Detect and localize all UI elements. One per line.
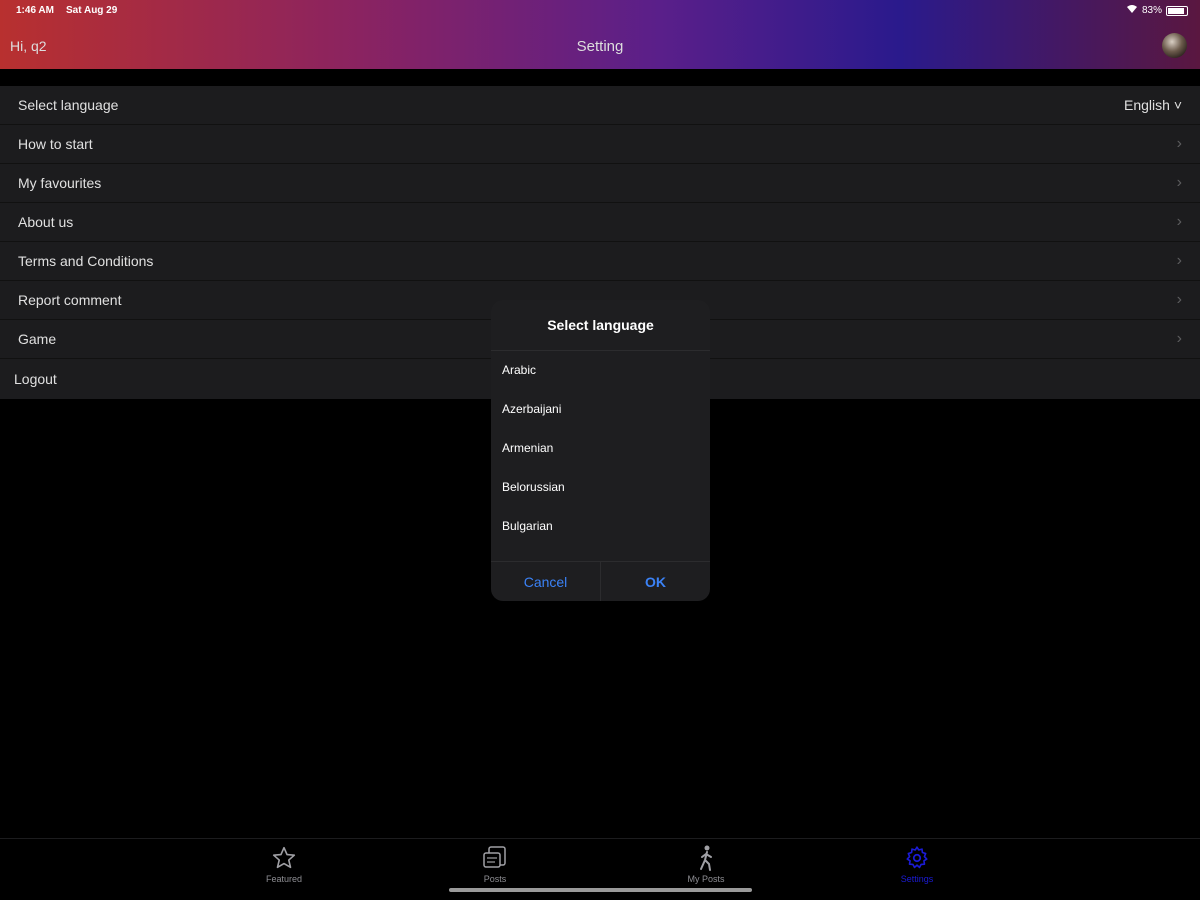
app-header: 1:46 AM Sat Aug 29 83% Hi, q2 Setting (0, 0, 1200, 69)
tab-my-posts[interactable]: My Posts (666, 843, 746, 884)
status-indicators: 83% (1126, 4, 1188, 17)
chevron-right-icon: › (1176, 291, 1182, 308)
dialog-buttons: Cancel OK (491, 561, 710, 601)
row-label: Terms and Conditions (18, 253, 154, 269)
wifi-icon (1126, 4, 1138, 17)
chevron-right-icon: › (1176, 213, 1182, 230)
status-date: Sat Aug 29 (66, 5, 118, 16)
row-label: My favourites (18, 175, 102, 191)
row-label: Game (18, 331, 57, 347)
tab-label: Featured (265, 874, 303, 884)
tab-settings[interactable]: Settings (877, 843, 957, 884)
select-language-row[interactable]: Select language English ˅ (0, 86, 1200, 125)
gear-icon (877, 843, 957, 873)
chevron-right-icon: › (1176, 135, 1182, 152)
avatar[interactable] (1162, 33, 1187, 58)
status-time: 1:46 AM (16, 5, 54, 16)
star-icon (244, 843, 324, 873)
posts-icon (455, 843, 535, 873)
page-title: Setting (576, 38, 624, 55)
language-picker-dialog: Select language Arabic Azerbaijani Armen… (491, 300, 710, 601)
chevron-right-icon: › (1176, 252, 1182, 269)
language-options[interactable]: Arabic Azerbaijani Armenian Belorussian … (491, 351, 710, 561)
row-label: Select language (18, 97, 119, 113)
battery-percent: 83% (1141, 5, 1162, 16)
tab-featured[interactable]: Featured (244, 843, 324, 884)
chevron-right-icon: › (1176, 330, 1182, 347)
ok-button[interactable]: OK (600, 562, 710, 601)
tab-label: My Posts (687, 874, 725, 884)
tab-label: Posts (483, 874, 507, 884)
how-to-start-row[interactable]: How to start › (0, 125, 1200, 164)
tab-label: Settings (900, 874, 934, 884)
row-label: How to start (18, 136, 93, 152)
language-option[interactable]: Arabic (491, 351, 710, 390)
dialog-title: Select language (491, 300, 710, 351)
cancel-button[interactable]: Cancel (491, 562, 600, 601)
tab-posts[interactable]: Posts (455, 843, 535, 884)
language-value[interactable]: English ˅ (1124, 97, 1182, 113)
about-us-row[interactable]: About us › (0, 203, 1200, 242)
home-indicator[interactable] (449, 888, 752, 892)
language-option[interactable]: Armenian (491, 429, 710, 468)
battery-icon (1166, 5, 1188, 16)
row-label: About us (18, 214, 74, 230)
chevron-right-icon: › (1176, 174, 1182, 191)
language-option[interactable]: Azerbaijani (491, 390, 710, 429)
language-option[interactable]: Bulgarian (491, 506, 710, 545)
row-label: Report comment (18, 292, 122, 308)
terms-row[interactable]: Terms and Conditions › (0, 242, 1200, 281)
my-favourites-row[interactable]: My favourites › (0, 164, 1200, 203)
walking-person-icon (666, 843, 746, 873)
logout-label: Logout (14, 371, 57, 387)
language-option[interactable]: Belorussian (491, 467, 710, 506)
